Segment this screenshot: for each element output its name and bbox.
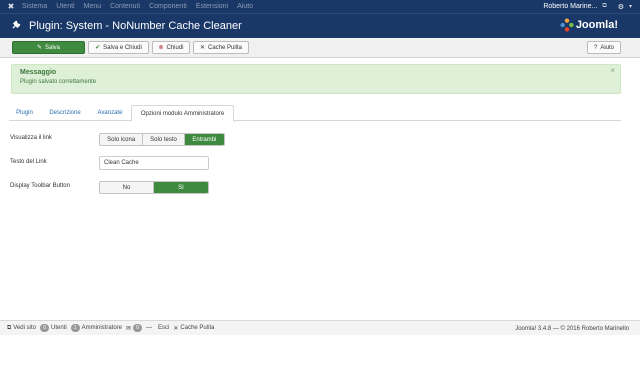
save-close-button[interactable]: ✔ Salva e Chiudi <box>88 41 149 54</box>
joomla-menu-icon[interactable]: ✖ <box>0 0 22 13</box>
menu-item-menu[interactable]: Menu <box>84 3 102 10</box>
page-header: Plugin: System - NoNumber Cache Cleaner … <box>0 13 640 38</box>
toolbar-button-label: Display Toolbar Button <box>10 183 70 189</box>
message-title: Messaggio <box>20 69 57 76</box>
users-status[interactable]: 0 Utenti <box>39 324 67 332</box>
tab-opzioni-modulo-amministratore[interactable]: Opzioni modulo Amministratore <box>131 105 234 122</box>
link-text-label: Testo del Link <box>10 159 47 165</box>
option-solo-icona[interactable]: Solo icona <box>100 134 144 145</box>
joomla-logo-icon <box>560 18 574 32</box>
save-button[interactable]: ✎ Salva <box>12 41 85 54</box>
link-text-input[interactable]: Clean Cache <box>99 156 209 170</box>
broom-icon: ✕ <box>199 45 205 51</box>
joomla-brand: Joomla! <box>560 18 618 32</box>
top-navbar: ✖ Sistema Utenti Menu Contenuti Componen… <box>0 0 640 13</box>
admin-count-badge: 1 <box>70 324 80 332</box>
option-solo-testo[interactable]: Solo testo <box>143 134 185 145</box>
messages-count-badge: 0 <box>133 324 143 332</box>
plug-icon <box>11 19 23 33</box>
tab-avanzate[interactable]: Avanzate <box>90 105 130 121</box>
cancel-icon: ⊗ <box>158 45 164 51</box>
link-display-toggle: Solo icona Solo testo Entrambi <box>99 133 225 146</box>
messages-status[interactable]: ✉ 0 <box>126 324 143 332</box>
link-display-label: Visualizza il link <box>10 135 52 141</box>
option-entrambi[interactable]: Entrambi <box>184 134 224 145</box>
toolbar: ✎ Salva ✔ Salva e Chiudi ⊗ Chiudi ✕ Cach… <box>0 38 640 58</box>
menu-item-utenti[interactable]: Utenti <box>56 3 74 10</box>
menu-item-sistema[interactable]: Sistema <box>22 3 47 10</box>
success-message: Messaggio Plugin salvato correttamente × <box>11 64 621 94</box>
external-link-icon: ⧉ <box>602 3 607 9</box>
page-title: Plugin: System - NoNumber Cache Cleaner <box>29 20 242 32</box>
toolbar-button-toggle: No Sì <box>99 181 209 194</box>
save-icon: ✎ <box>36 45 42 51</box>
view-site-link[interactable]: ⧉ Vedi sito <box>7 325 36 332</box>
dash-icon: — <box>146 325 153 331</box>
status-bar: ⧉ Vedi sito 0 Utenti 1 Amministratore ✉ … <box>0 320 640 335</box>
broom-icon: ✕ <box>173 325 179 332</box>
help-icon: ? <box>593 44 598 51</box>
user-menu[interactable]: Roberto Marine... <box>543 3 597 10</box>
cache-clean-link[interactable]: ✕ Cache Pulita <box>173 325 214 332</box>
mail-icon: ✉ <box>126 325 132 332</box>
close-button[interactable]: ⊗ Chiudi <box>152 41 190 54</box>
tab-plugin[interactable]: Plugin <box>9 105 40 121</box>
menu-item-estensioni[interactable]: Estensioni <box>196 3 228 10</box>
brand-text: Joomla! <box>575 19 618 31</box>
logout-link[interactable]: — Esci <box>146 325 169 331</box>
users-count-badge: 0 <box>39 324 49 332</box>
main-menu: Sistema Utenti Menu Contenuti Componenti… <box>22 3 262 10</box>
external-link-icon: ⧉ <box>7 324 12 331</box>
settings-gear-icon[interactable]: ⚙ <box>618 3 624 11</box>
menu-item-aiuto[interactable]: Aiuto <box>237 3 253 10</box>
footer-version: Joomla! 3.4.8 — © 2016 Roberto Marinello <box>515 325 629 332</box>
tab-descrizione[interactable]: Descrizione <box>42 105 88 121</box>
help-button[interactable]: ? Aiuto <box>587 41 621 54</box>
close-icon[interactable]: × <box>610 66 615 75</box>
cache-clean-button[interactable]: ✕ Cache Pulita <box>193 41 249 54</box>
admin-status[interactable]: 1 Amministratore <box>70 324 122 332</box>
menu-item-contenuti[interactable]: Contenuti <box>110 3 140 10</box>
caret-down-icon: ▾ <box>628 4 632 10</box>
check-icon: ✔ <box>95 45 101 51</box>
option-si[interactable]: Sì <box>154 182 208 193</box>
menu-item-componenti[interactable]: Componenti <box>149 3 187 10</box>
tab-bar: Plugin Descrizione Avanzate Opzioni modu… <box>9 105 621 122</box>
message-text: Plugin salvato correttamente <box>20 79 97 85</box>
option-no[interactable]: No <box>100 182 155 193</box>
